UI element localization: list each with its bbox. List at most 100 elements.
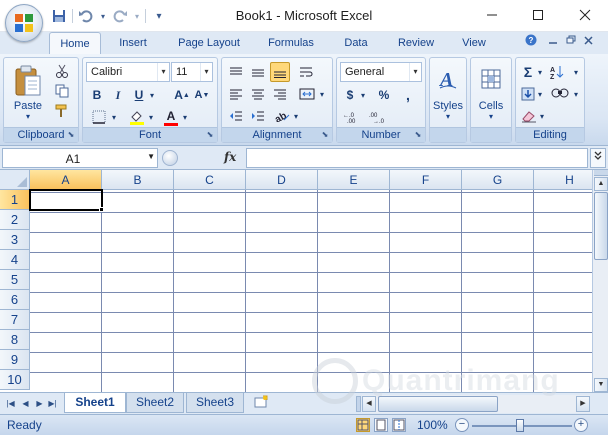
cell-area[interactable] <box>30 190 592 392</box>
increase-indent-icon[interactable] <box>248 106 268 126</box>
alignment-launcher-icon[interactable]: ⬊ <box>320 130 330 140</box>
sheet-tab-sheet2[interactable]: Sheet2 <box>126 393 184 413</box>
underline-button[interactable]: U <box>130 85 148 105</box>
cells-dropdown-icon[interactable]: ▾ <box>471 112 511 121</box>
orientation-dropdown-icon[interactable]: ▾ <box>292 106 300 126</box>
row-header-6[interactable]: 6 <box>0 290 30 310</box>
find-select-icon[interactable] <box>548 84 572 104</box>
column-header-g[interactable]: G <box>462 170 534 190</box>
zoom-slider-thumb[interactable] <box>516 419 524 432</box>
insert-sheet-icon[interactable] <box>251 395 271 411</box>
row-header-9[interactable]: 9 <box>0 350 30 370</box>
column-header-a[interactable]: A <box>30 170 102 190</box>
row-header-2[interactable]: 2 <box>0 210 30 230</box>
grow-font-button[interactable]: A ▲ <box>173 85 191 105</box>
decrease-indent-icon[interactable] <box>226 106 246 126</box>
normal-view-icon[interactable] <box>356 418 370 432</box>
scroll-right-icon[interactable]: ▶ <box>576 396 590 412</box>
office-button[interactable] <box>5 4 43 42</box>
percent-button[interactable]: % <box>375 85 393 105</box>
zoom-level[interactable]: 100% <box>417 418 448 432</box>
sheet-tab-sheet1[interactable]: Sheet1 <box>64 393 126 413</box>
row-header-7[interactable]: 7 <box>0 310 30 330</box>
underline-dropdown-icon[interactable]: ▾ <box>148 85 156 105</box>
zoom-out-button[interactable]: − <box>455 418 469 432</box>
align-left-icon[interactable] <box>226 84 246 104</box>
wrap-text-icon[interactable] <box>296 62 316 82</box>
paste-label[interactable]: Paste <box>8 100 48 112</box>
middle-align-icon[interactable] <box>248 62 268 82</box>
row-header-8[interactable]: 8 <box>0 330 30 350</box>
comma-button[interactable]: , <box>399 85 417 105</box>
font-color-button[interactable]: A <box>161 107 181 127</box>
styles-dropdown-icon[interactable]: ▾ <box>430 112 466 121</box>
number-launcher-icon[interactable]: ⬊ <box>413 130 423 140</box>
find-select-dropdown-icon[interactable]: ▾ <box>572 84 580 104</box>
first-sheet-icon[interactable]: |◀ <box>5 397 16 411</box>
copy-icon[interactable] <box>52 81 72 101</box>
fill-dropdown-icon[interactable]: ▾ <box>536 84 544 104</box>
fill-icon[interactable] <box>520 84 536 104</box>
top-align-icon[interactable] <box>226 62 246 82</box>
select-all-button[interactable] <box>0 170 30 190</box>
clear-dropdown-icon[interactable]: ▾ <box>538 106 546 126</box>
name-box[interactable]: A1 ▼ <box>2 148 158 168</box>
currency-dropdown-icon[interactable]: ▾ <box>359 85 367 105</box>
row-header-10[interactable]: 10 <box>0 370 30 390</box>
borders-button[interactable] <box>88 107 110 127</box>
increase-decimal-icon[interactable]: ←.0.00 <box>341 107 363 127</box>
vertical-scroll-thumb[interactable] <box>594 192 608 260</box>
paste-dropdown-icon[interactable]: ▾ <box>8 112 48 121</box>
vertical-scrollbar[interactable]: ▲ ▼ <box>592 170 608 392</box>
clear-icon[interactable] <box>520 106 538 126</box>
column-header-b[interactable]: B <box>102 170 174 190</box>
next-sheet-icon[interactable]: ▶ <box>34 397 45 411</box>
ribbon-minimize-icon[interactable] <box>546 34 560 50</box>
ribbon-restore-icon[interactable] <box>564 34 578 50</box>
font-size-dropdown[interactable]: 11 ▾ <box>171 62 213 82</box>
chevron-down-icon[interactable]: ▼ <box>147 152 155 161</box>
bottom-align-icon[interactable] <box>270 62 290 82</box>
tab-data[interactable]: Data <box>334 34 378 54</box>
orientation-icon[interactable]: ab <box>272 106 292 126</box>
cut-icon[interactable] <box>52 61 72 81</box>
tab-view[interactable]: View <box>452 34 496 54</box>
active-cell-a1[interactable] <box>29 189 103 211</box>
column-header-c[interactable]: C <box>174 170 246 190</box>
borders-dropdown-icon[interactable]: ▾ <box>110 107 118 127</box>
font-name-dropdown[interactable]: Calibri ▾ <box>86 62 170 82</box>
help-icon[interactable]: ? <box>524 34 538 50</box>
align-right-icon[interactable] <box>270 84 290 104</box>
styles-label[interactable]: Styles <box>430 100 466 112</box>
expand-formula-bar-icon[interactable] <box>590 148 606 168</box>
column-header-f[interactable]: F <box>390 170 462 190</box>
italic-button[interactable]: I <box>109 85 127 105</box>
bold-button[interactable]: B <box>88 85 106 105</box>
row-header-1[interactable]: 1 <box>0 190 30 210</box>
maximize-button[interactable] <box>521 2 555 28</box>
fill-color-dropdown-icon[interactable]: ▾ <box>147 107 155 127</box>
autosum-button[interactable]: Σ <box>520 62 536 82</box>
merge-center-icon[interactable] <box>296 84 318 104</box>
row-header-5[interactable]: 5 <box>0 270 30 290</box>
horizontal-scroll-thumb[interactable] <box>378 396 498 412</box>
number-format-dropdown[interactable]: General ▾ <box>340 62 422 82</box>
column-header-d[interactable]: D <box>246 170 318 190</box>
scroll-down-icon[interactable]: ▼ <box>594 378 608 392</box>
row-header-3[interactable]: 3 <box>0 230 30 250</box>
tab-home[interactable]: Home <box>49 32 101 55</box>
tab-review[interactable]: Review <box>388 34 444 54</box>
font-color-dropdown-icon[interactable]: ▾ <box>181 107 189 127</box>
zoom-in-button[interactable]: + <box>574 418 588 432</box>
insert-function-button[interactable]: fx <box>224 150 236 164</box>
currency-button[interactable]: $ <box>341 85 359 105</box>
scroll-up-icon[interactable]: ▲ <box>594 177 608 191</box>
minimize-button[interactable] <box>475 2 509 28</box>
prev-sheet-icon[interactable]: ◀ <box>20 397 31 411</box>
format-painter-icon[interactable] <box>52 101 72 121</box>
merge-dropdown-icon[interactable]: ▾ <box>318 84 326 104</box>
align-center-icon[interactable] <box>248 84 268 104</box>
sort-filter-dropdown-icon[interactable]: ▾ <box>572 62 580 82</box>
vertical-split-handle[interactable] <box>594 170 608 176</box>
shrink-font-button[interactable]: A ▼ <box>193 85 211 105</box>
